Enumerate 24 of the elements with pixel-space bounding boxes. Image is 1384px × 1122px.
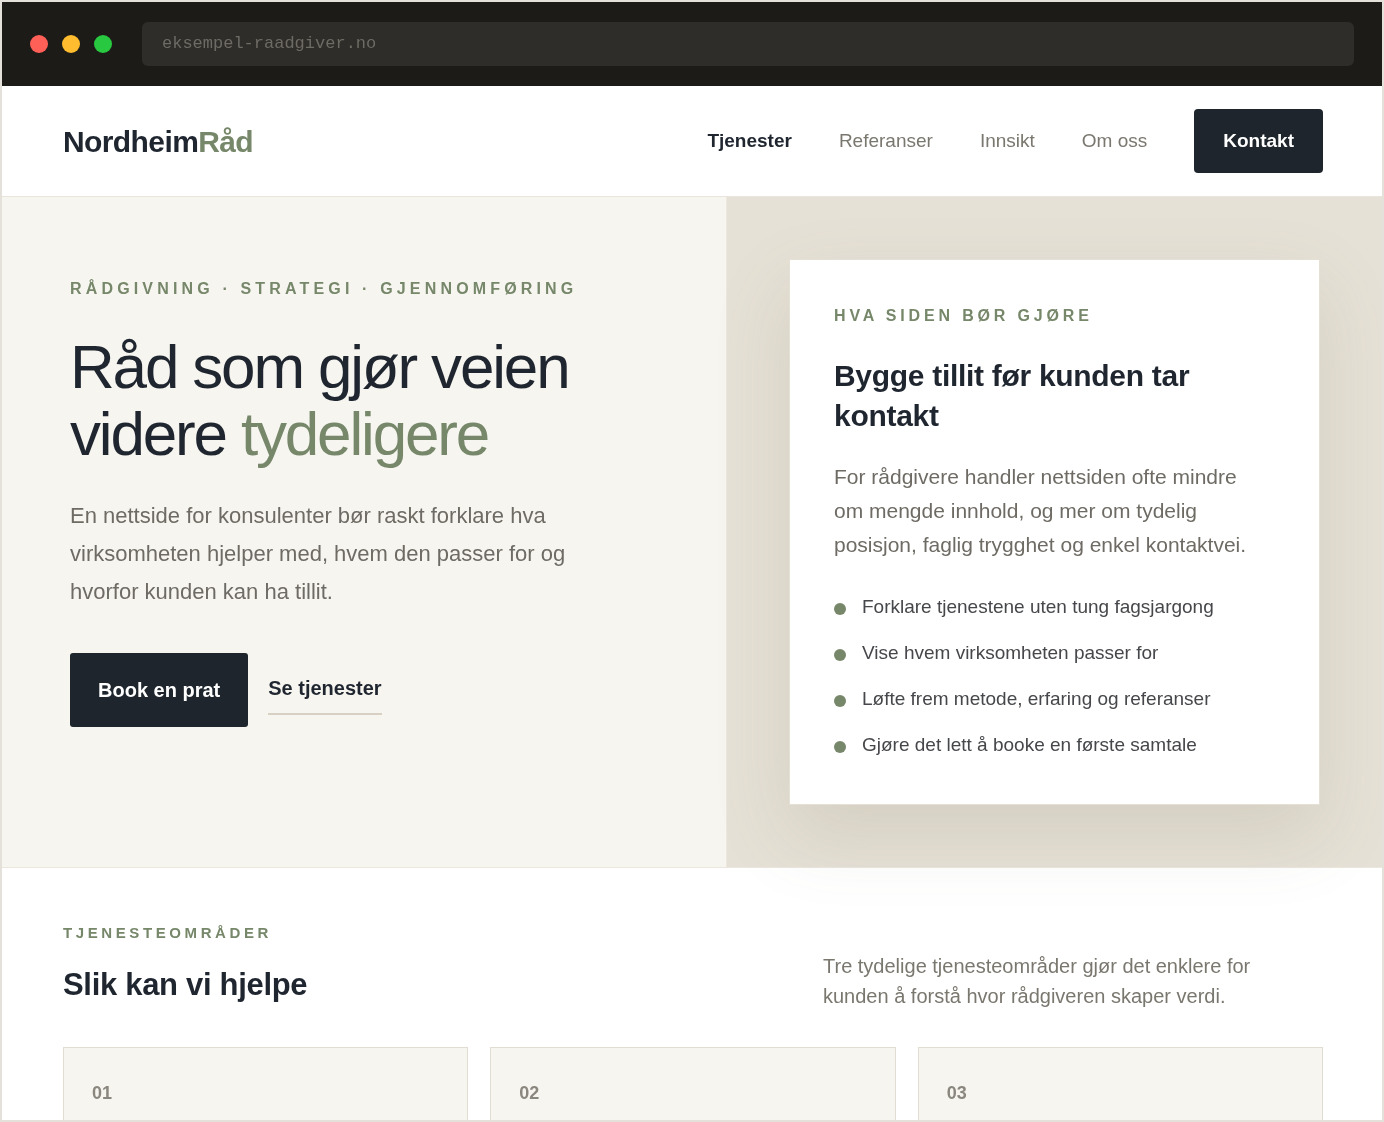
bullet-text: Gjøre det lett å booke en første samtale: [862, 733, 1197, 757]
logo-wordmark[interactable]: NordheimRåd: [63, 118, 254, 164]
nav-link[interactable]: Innsikt: [979, 126, 1035, 156]
nav-link[interactable]: Tjenester: [707, 126, 792, 156]
services-title: Slik kan vi hjelpe: [63, 965, 308, 1004]
service-number: 03: [946, 1082, 967, 1103]
services-eyebrow: TJENESTEOMRÅDER: [63, 923, 274, 943]
services-intro: Tre tydelige tjenesteområder gjør det enklere for kunden å forstå hvor rådgiveren skaper verdi.: [823, 953, 1252, 1009]
bullet-text: Løfte frem metode, erfaring og referanser: [862, 687, 1211, 711]
card-eyebrow: HVA SIDEN BØR GJØRE: [834, 306, 1094, 326]
hero-eyebrow: RÅDGIVNING · STRATEGI · GJENNOMFØRING: [70, 278, 579, 299]
book-button[interactable]: Book en prat: [70, 653, 249, 727]
bullet-text: Forklare tjenestene uten tung fagsjargong: [862, 595, 1214, 619]
contact-button[interactable]: Kontakt: [1194, 109, 1323, 173]
service-number: 02: [519, 1082, 540, 1103]
service-number: 01: [92, 1082, 113, 1103]
bullet-text: Vise hvem virksomheten passer for: [862, 641, 1159, 665]
card-title: Bygge tillit før kunden tar kontakt: [834, 358, 1191, 434]
services-link[interactable]: Se tjenester: [268, 673, 382, 715]
card-body: For rådgivere handler nettsiden ofte mindre om mengde innhold, og mer om tydelig posisjon, faglig trygghet og enkel kontaktvei.: [834, 464, 1248, 558]
nav-link[interactable]: Referanser: [838, 126, 933, 156]
hero-headline: Råd som gjør veien videre tydeligere: [70, 333, 570, 467]
nav-link[interactable]: Om oss: [1081, 126, 1148, 156]
hero-lead: En nettside for konsulenter bør raskt forklare hva virksomheten hjelper med, hvem den passer for og hvorfor kunden kan ha tillit.: [70, 502, 567, 606]
